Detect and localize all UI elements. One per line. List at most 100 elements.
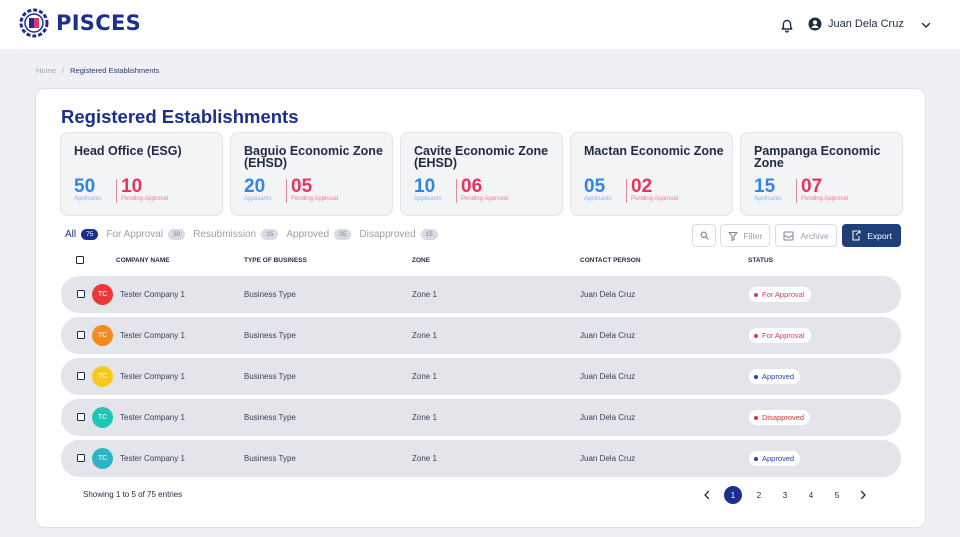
table-row[interactable]: TC Tester Company 1 Business Type Zone 1… [61,276,901,313]
stat-applicants-label: Applicants [584,196,612,202]
stat-pending-count: 10 [121,176,143,197]
business-type: Business Type [244,413,296,422]
breadcrumb-separator: / [62,66,65,75]
row-checkbox[interactable] [77,454,85,462]
tab-resubmission[interactable]: Resubmission 15 [193,229,279,240]
stats-row: Head Office (ESG) 50 Applicants 10 Pendi… [60,132,903,216]
stat-pending-label: Pending Approval [461,196,509,202]
col-contact-person[interactable]: CONTACT PERSON [580,257,641,264]
user-name[interactable]: Juan Dela Cruz [828,18,904,30]
bell-icon[interactable] [780,19,794,33]
stat-card-cavite[interactable]: Cavite Economic Zone (EHSD) 10 Applicant… [400,132,563,216]
search-button[interactable] [692,224,716,247]
pisces-logo-icon[interactable] [19,8,49,38]
business-type: Business Type [244,454,296,463]
tab-count-badge: 15 [420,229,438,240]
row-checkbox[interactable] [77,331,85,339]
page-5-button[interactable]: 5 [828,486,846,504]
select-all-checkbox[interactable] [76,256,84,264]
pagination-prev-button[interactable] [698,486,716,504]
status-badge: Disapproved [749,410,811,425]
stat-card-head-office[interactable]: Head Office (ESG) 50 Applicants 10 Pendi… [60,132,223,216]
page-1-button[interactable]: 1 [724,486,742,504]
top-bar: PISCES Juan Dela Cruz [0,0,960,49]
table-row[interactable]: TC Tester Company 1 Business Type Zone 1… [61,399,901,436]
company-avatar: TC [92,325,113,346]
company-name: Tester Company 1 [120,290,185,299]
tab-count-badge: 35 [334,229,352,240]
contact-person: Juan Dela Cruz [580,331,636,340]
contact-person: Juan Dela Cruz [580,372,636,381]
table-row[interactable]: TC Tester Company 1 Business Type Zone 1… [61,317,901,354]
chevron-left-icon [704,490,710,500]
tab-approved[interactable]: Approved 35 [286,229,352,240]
app-brand[interactable]: PISCES [56,11,141,35]
chevron-down-icon[interactable] [920,19,932,31]
tab-label: All [65,229,77,240]
filter-icon [728,231,738,241]
stat-title: Pampanga Economic Zone [754,144,881,170]
archive-icon [783,231,794,240]
stat-card-baguio[interactable]: Baguio Economic Zone (EHSD) 20 Applicant… [230,132,393,216]
company-name: Tester Company 1 [120,372,185,381]
page-4-button[interactable]: 4 [802,486,820,504]
export-button[interactable]: Export [842,224,901,247]
user-avatar-icon[interactable] [808,17,822,31]
col-status[interactable]: STATUS [748,257,773,264]
stat-applicants-count: 05 [584,176,606,197]
archive-button[interactable]: Archive [775,224,837,247]
stat-title: Head Office (ESG) [74,144,182,158]
stat-applicants-count: 15 [754,176,776,197]
contact-person: Juan Dela Cruz [580,454,636,463]
zone: Zone 1 [412,290,437,299]
main-card: Registered Establishments Head Office (E… [35,88,926,528]
breadcrumb-home[interactable]: Home [36,66,56,75]
tab-label: Disapproved [359,229,416,240]
tab-for-approval[interactable]: For Approval 30 [106,229,186,240]
stat-divider [796,179,797,203]
stat-card-pampanga[interactable]: Pampanga Economic Zone 15 Applicants 07 … [740,132,903,216]
row-checkbox[interactable] [77,413,85,421]
filter-button[interactable]: Filter [720,224,770,247]
status-tabs: All 75 For Approval 30 Resubmission 15 A… [65,229,446,240]
stat-applicants-label: Applicants [244,196,272,202]
table-row[interactable]: TC Tester Company 1 Business Type Zone 1… [61,440,901,477]
row-checkbox[interactable] [77,290,85,298]
stat-applicants-count: 50 [74,176,96,197]
stat-card-mactan[interactable]: Mactan Economic Zone 05 Applicants 02 Pe… [570,132,733,216]
pagination: 1 2 3 4 5 [698,486,880,504]
stat-pending-label: Pending Approval [121,196,169,202]
status-badge: Approved [749,451,801,466]
status-badge: For Approval [749,287,811,302]
company-avatar: TC [92,448,113,469]
chevron-right-icon [860,490,866,500]
table-row[interactable]: TC Tester Company 1 Business Type Zone 1… [61,358,901,395]
stat-divider [626,179,627,203]
col-type-of-business[interactable]: TYPE OF BUSINESS [244,257,307,264]
page-title: Registered Establishments [61,106,299,127]
tab-disapproved[interactable]: Disapproved 15 [359,229,438,240]
page-3-button[interactable]: 3 [776,486,794,504]
pagination-next-button[interactable] [854,486,872,504]
stat-title: Mactan Economic Zone [584,144,724,158]
page-2-button[interactable]: 2 [750,486,768,504]
stat-pending-count: 02 [631,176,653,197]
zone: Zone 1 [412,413,437,422]
stat-pending-label: Pending Approval [801,196,849,202]
breadcrumb-current: Registered Establishments [70,66,160,75]
breadcrumb: Home / Registered Establishments [36,66,159,75]
stat-pending-count: 07 [801,176,823,197]
tab-count-badge: 15 [261,229,279,240]
company-name: Tester Company 1 [120,331,185,340]
stat-applicants-count: 10 [414,176,436,197]
col-company-name[interactable]: COMPANY NAME [116,257,170,264]
stat-applicants-label: Applicants [74,196,102,202]
row-checkbox[interactable] [77,372,85,380]
archive-button-label: Archive [800,230,829,241]
stat-title: Baguio Economic Zone (EHSD) [244,144,383,170]
tab-all[interactable]: All 75 [65,229,99,240]
zone: Zone 1 [412,372,437,381]
tab-label: Resubmission [193,229,257,240]
col-zone[interactable]: ZONE [412,257,430,264]
stat-applicants-label: Applicants [414,196,442,202]
